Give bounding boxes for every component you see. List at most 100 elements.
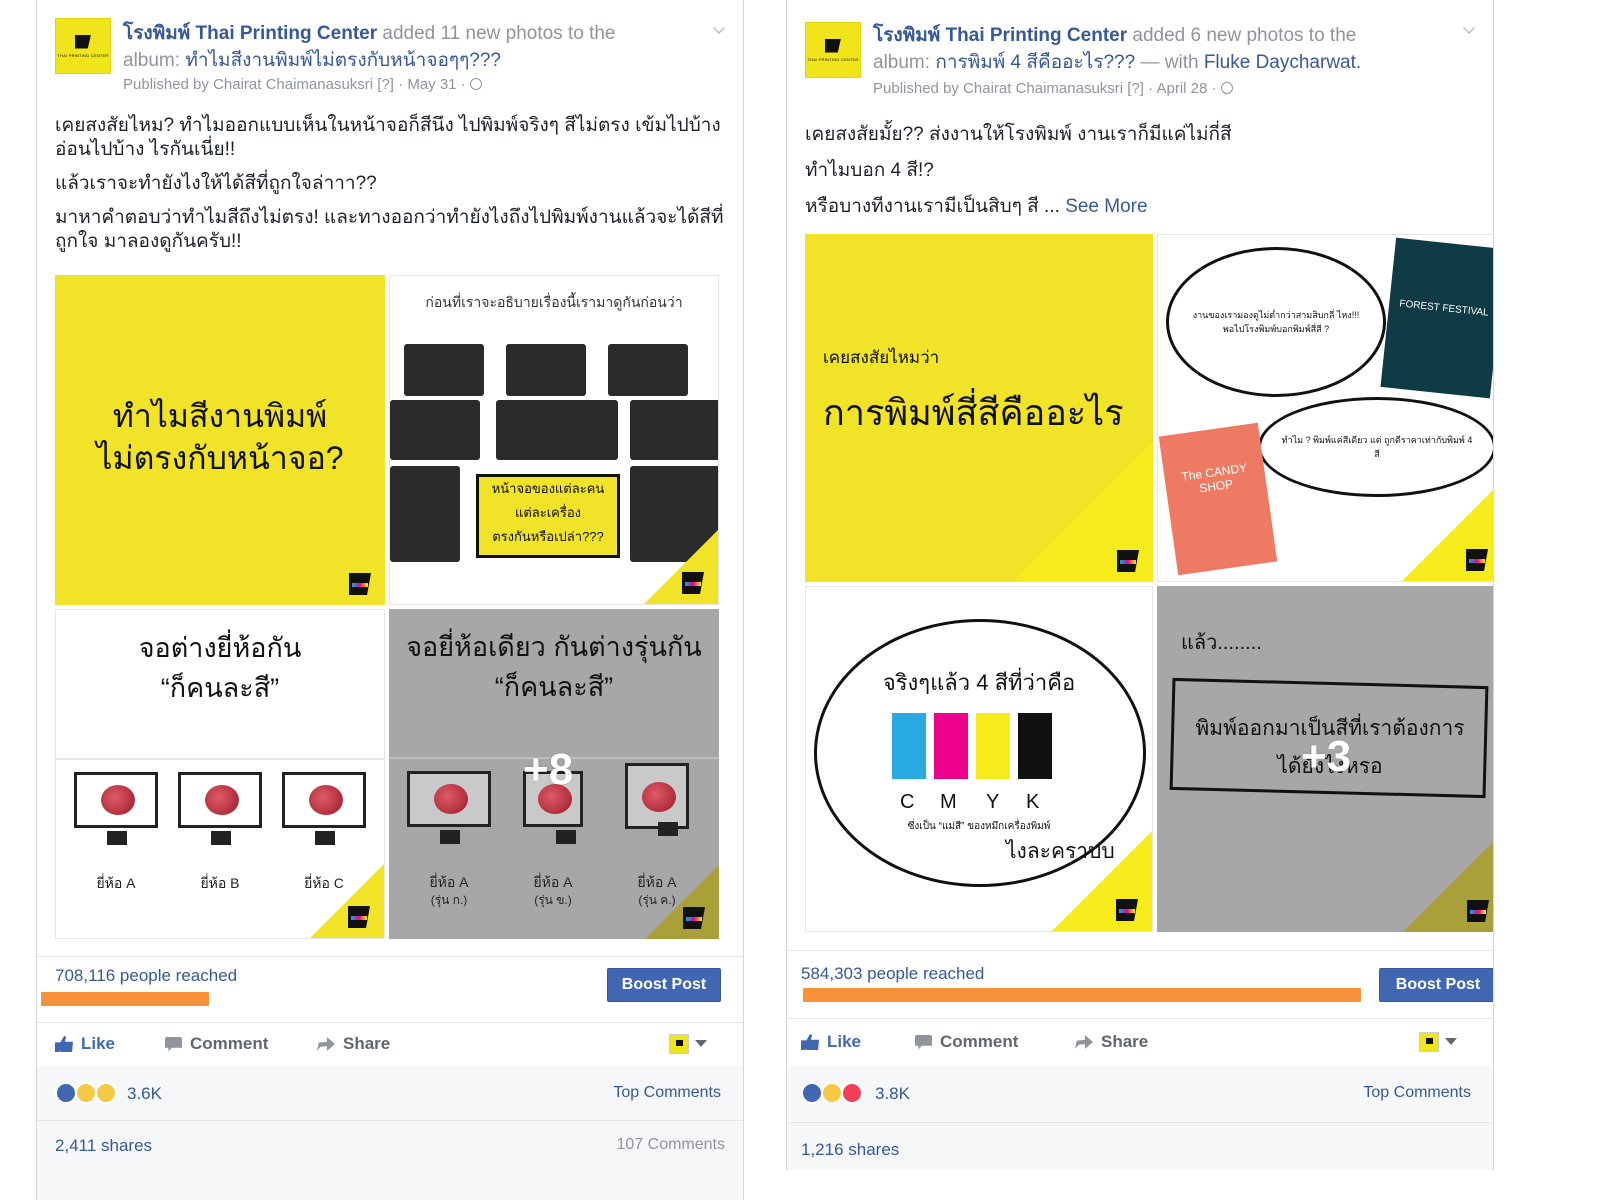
monitor-icon [282, 772, 366, 845]
cmyk-letter: C [900, 791, 915, 813]
help-marker[interactable]: [?] [1127, 80, 1144, 97]
comment-icon [165, 1036, 182, 1052]
post-date[interactable]: May 31 [407, 76, 456, 93]
post-meta: Published by Chairat Chaimanasuksri [?] … [873, 80, 1233, 97]
photo-3[interactable]: จริงๆแล้ว 4 สีที่ว่าคือ C M Y K ซึ่งเป็น… [805, 586, 1153, 932]
more-photos-count[interactable]: +8 [523, 745, 573, 795]
reaction-wow-icon[interactable] [821, 1082, 843, 1104]
post-meta: Published by Chairat Chaimanasuksri [?] … [123, 76, 482, 93]
chevron-down-icon[interactable] [695, 1040, 707, 1047]
chevron-down-icon[interactable] [1445, 1038, 1457, 1045]
comment-button[interactable]: Comment [915, 1032, 1018, 1052]
reaction-haha-icon[interactable] [75, 1082, 97, 1104]
forest-festival-poster: FOREST FESTIVAL [1380, 237, 1493, 399]
reach-count[interactable]: 708,116 people reached [55, 966, 237, 986]
cloud-divider [56, 720, 384, 760]
shares-count[interactable]: 1,216 shares [801, 1140, 899, 1160]
like-label: Like [81, 1034, 116, 1053]
brand-name: ยี่ห้อ A [533, 874, 573, 890]
acting-as-avatar[interactable] [669, 1034, 689, 1054]
cmyk-letter: M [940, 791, 957, 813]
body-text: หรือบางทีงานเรามีเป็นสิบๆ สี ... [805, 196, 1060, 217]
top-comments-dropdown[interactable]: Top Comments [613, 1084, 721, 1102]
photo-4-title: จอยี่ห้อเดียว กันต่างรุ่นกัน “ก็คนละสี” [389, 627, 719, 707]
photo-2-note: หน้าจอของแต่ละคน แต่ละเครื่อง ตรงกันหรือ… [476, 474, 620, 558]
divider [37, 956, 743, 957]
see-more-link[interactable]: See More [1065, 196, 1147, 217]
shares-count[interactable]: 2,411 shares [55, 1136, 152, 1156]
pomegranate-image [309, 785, 343, 815]
album-link[interactable]: การพิมพ์ 4 สีคืออะไร??? [935, 52, 1135, 73]
album-prefix: album: [123, 50, 181, 71]
comments-count[interactable]: 107 Comments [617, 1136, 726, 1154]
page-avatar[interactable]: THAI PRINTING CENTER [805, 22, 861, 78]
reaction-like-icon[interactable] [801, 1082, 823, 1104]
reaction-like-icon[interactable] [55, 1082, 77, 1104]
share-button[interactable]: Share [317, 1034, 390, 1054]
reach-bar [41, 992, 209, 1006]
boost-post-button[interactable]: Boost Post [1379, 968, 1493, 1002]
reaction-wow-icon[interactable] [95, 1082, 117, 1104]
post-action: added 11 new photos to the [382, 23, 616, 44]
page-name-link[interactable]: โรงพิมพ์ Thai Printing Center [123, 23, 377, 44]
share-label: Share [1101, 1032, 1149, 1051]
divider [787, 1018, 1493, 1019]
more-photos-count[interactable]: +3 [1301, 732, 1351, 782]
top-comments-dropdown[interactable]: Top Comments [1363, 1084, 1471, 1102]
body-paragraph: เคยสงสัยไหม? ทำไมออกแบบเห็นในหน้าจอก็สีน… [55, 115, 721, 160]
reactions-count[interactable]: 3.8K [875, 1084, 910, 1104]
monitor-icon [496, 400, 618, 460]
share-label: Share [343, 1034, 391, 1053]
post-action: added 6 new photos to the [1132, 25, 1357, 46]
comment-button[interactable]: Comment [165, 1034, 268, 1054]
divider [37, 1022, 743, 1023]
globe-icon [1220, 82, 1233, 94]
photo-grid: ทำไมสีงานพิมพ์ ไม่ตรงกับหน้าจอ? ก่อนที่เ… [55, 275, 723, 943]
monitor-icon [625, 763, 689, 836]
reach-count[interactable]: 584,303 people reached [801, 964, 984, 984]
page-avatar[interactable]: THAI PRINTING CENTER [55, 18, 111, 74]
photo-3[interactable]: จอต่างยี่ห้อกัน “ก็คนละสี” ยี่ห้อ A ยี่ห… [55, 609, 385, 939]
like-button[interactable]: Like [801, 1032, 861, 1052]
with-text: — with [1140, 52, 1199, 73]
reaction-love-icon[interactable] [841, 1082, 863, 1104]
pomegranate-image [205, 785, 239, 815]
monitor-icon [407, 771, 491, 844]
like-button[interactable]: Like [55, 1034, 115, 1054]
candy-shop-poster: The CANDY SHOP [1158, 422, 1278, 576]
brand-corner [644, 530, 718, 604]
album-link[interactable]: ทำไมสีงานพิมพ์ไม่ตรงกับหน้าจอๆๆ??? [185, 50, 501, 71]
note-line: แต่ละเครื่อง [514, 505, 582, 520]
photo-grid: เคยสงสัยไหมว่า การพิมพ์สี่สีคืออะไร งานข… [805, 234, 1493, 932]
share-button[interactable]: Share [1075, 1032, 1148, 1052]
body-paragraph: มาหาคำตอบว่าทำไมสีถึงไม่ตรง! และทางออกว่… [55, 207, 724, 252]
divider [37, 1120, 743, 1121]
page-name-link[interactable]: โรงพิมพ์ Thai Printing Center [873, 25, 1127, 46]
post-body: เคยสงสัยมั้ย?? ส่งงานให้โรงพิมพ์ งานเราก… [805, 122, 1475, 230]
photo-4-more[interactable]: แล้ว........ พิมพ์ออกมาเป็นสีที่เราต้องก… [1157, 586, 1493, 932]
published-by[interactable]: Published by Chairat Chaimanasuksri [873, 80, 1123, 97]
published-by[interactable]: Published by Chairat Chaimanasuksri [123, 76, 373, 93]
photo-2[interactable]: งานของเรามองดูไม่ต่ำกว่าสามสิบกลี่ ไหง!!… [1157, 234, 1493, 582]
photo-1[interactable]: ทำไมสีงานพิมพ์ ไม่ตรงกับหน้าจอ? [55, 275, 385, 605]
chevron-down-icon[interactable] [1463, 22, 1475, 34]
photo-2[interactable]: ก่อนที่เราจะอธิบายเรื่องนี้เรามาดูกันก่อ… [389, 275, 719, 605]
acting-as-avatar[interactable] [1419, 1032, 1439, 1052]
photo-1[interactable]: เคยสงสัยไหมว่า การพิมพ์สี่สีคืออะไร [805, 234, 1153, 582]
tagged-person-link[interactable]: Fluke Daycharwat. [1204, 52, 1361, 73]
brand-label: ยี่ห้อ B [200, 875, 240, 891]
boost-post-button[interactable]: Boost Post [607, 968, 721, 1002]
post-date[interactable]: April 28 [1157, 80, 1208, 97]
photo-3-line: “ก็คนละสี” [160, 673, 280, 703]
pomegranate-image [434, 784, 468, 814]
help-marker[interactable]: [?] [377, 76, 394, 93]
like-label: Like [827, 1032, 862, 1051]
brand-corner [1052, 831, 1152, 931]
chevron-down-icon[interactable] [713, 22, 725, 34]
brand-label: ยี่ห้อ A (รุ่น ก.) [407, 873, 491, 909]
monitor-icon [506, 344, 586, 396]
magenta-swatch [934, 713, 968, 779]
photo-4-more[interactable]: จอยี่ห้อเดียว กันต่างรุ่นกัน “ก็คนละสี” … [389, 609, 719, 939]
photo-3-title: จอต่างยี่ห้อกัน “ก็คนละสี” [56, 628, 384, 708]
reactions-count[interactable]: 3.6K [127, 1084, 162, 1104]
